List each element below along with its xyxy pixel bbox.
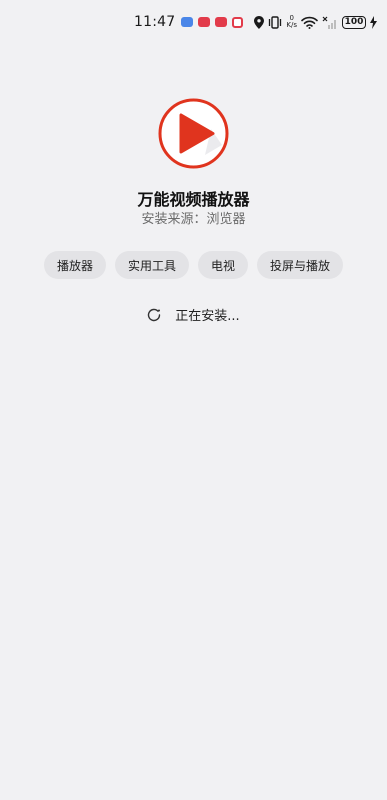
install-progress: 正在安装... — [0, 305, 387, 324]
category-tags: 播放器 实用工具 电视 投屏与播放 — [0, 251, 387, 279]
signal-icon — [322, 16, 336, 29]
loading-spinner-icon — [148, 308, 161, 321]
install-status-text: 正在安装... — [175, 309, 240, 324]
notification-icon — [181, 17, 194, 27]
tag-cast-play[interactable]: 投屏与播放 — [257, 251, 344, 279]
battery-level: 100 — [344, 16, 364, 27]
battery-indicator: 100 — [342, 15, 366, 29]
status-icons: 0 K/s 100 — [254, 15, 377, 29]
location-icon — [254, 15, 265, 29]
wifi-icon — [301, 16, 318, 29]
status-time: 11:47 — [134, 14, 176, 30]
tag-player[interactable]: 播放器 — [43, 251, 106, 279]
vibrate-icon — [269, 15, 282, 29]
app-icon — [158, 98, 229, 169]
status-bar: 11:47 0 K/s 100 — [0, 0, 387, 44]
tag-utilities[interactable]: 实用工具 — [114, 251, 189, 279]
install-source: 安装来源：浏览器 — [141, 212, 246, 227]
network-speed: 0 K/s — [286, 15, 297, 29]
network-speed-unit: K/s — [286, 21, 297, 29]
install-screen: 11:47 0 K/s 100 万能视频播放器 安装来源：浏览器 播放器 实用工… — [0, 0, 387, 800]
app-name: 万能视频播放器 — [137, 190, 250, 209]
notification-icon — [198, 17, 211, 27]
notification-icon — [232, 16, 244, 28]
notification-icon — [215, 17, 228, 27]
tag-tv[interactable]: 电视 — [198, 251, 249, 279]
charging-icon — [370, 15, 377, 29]
